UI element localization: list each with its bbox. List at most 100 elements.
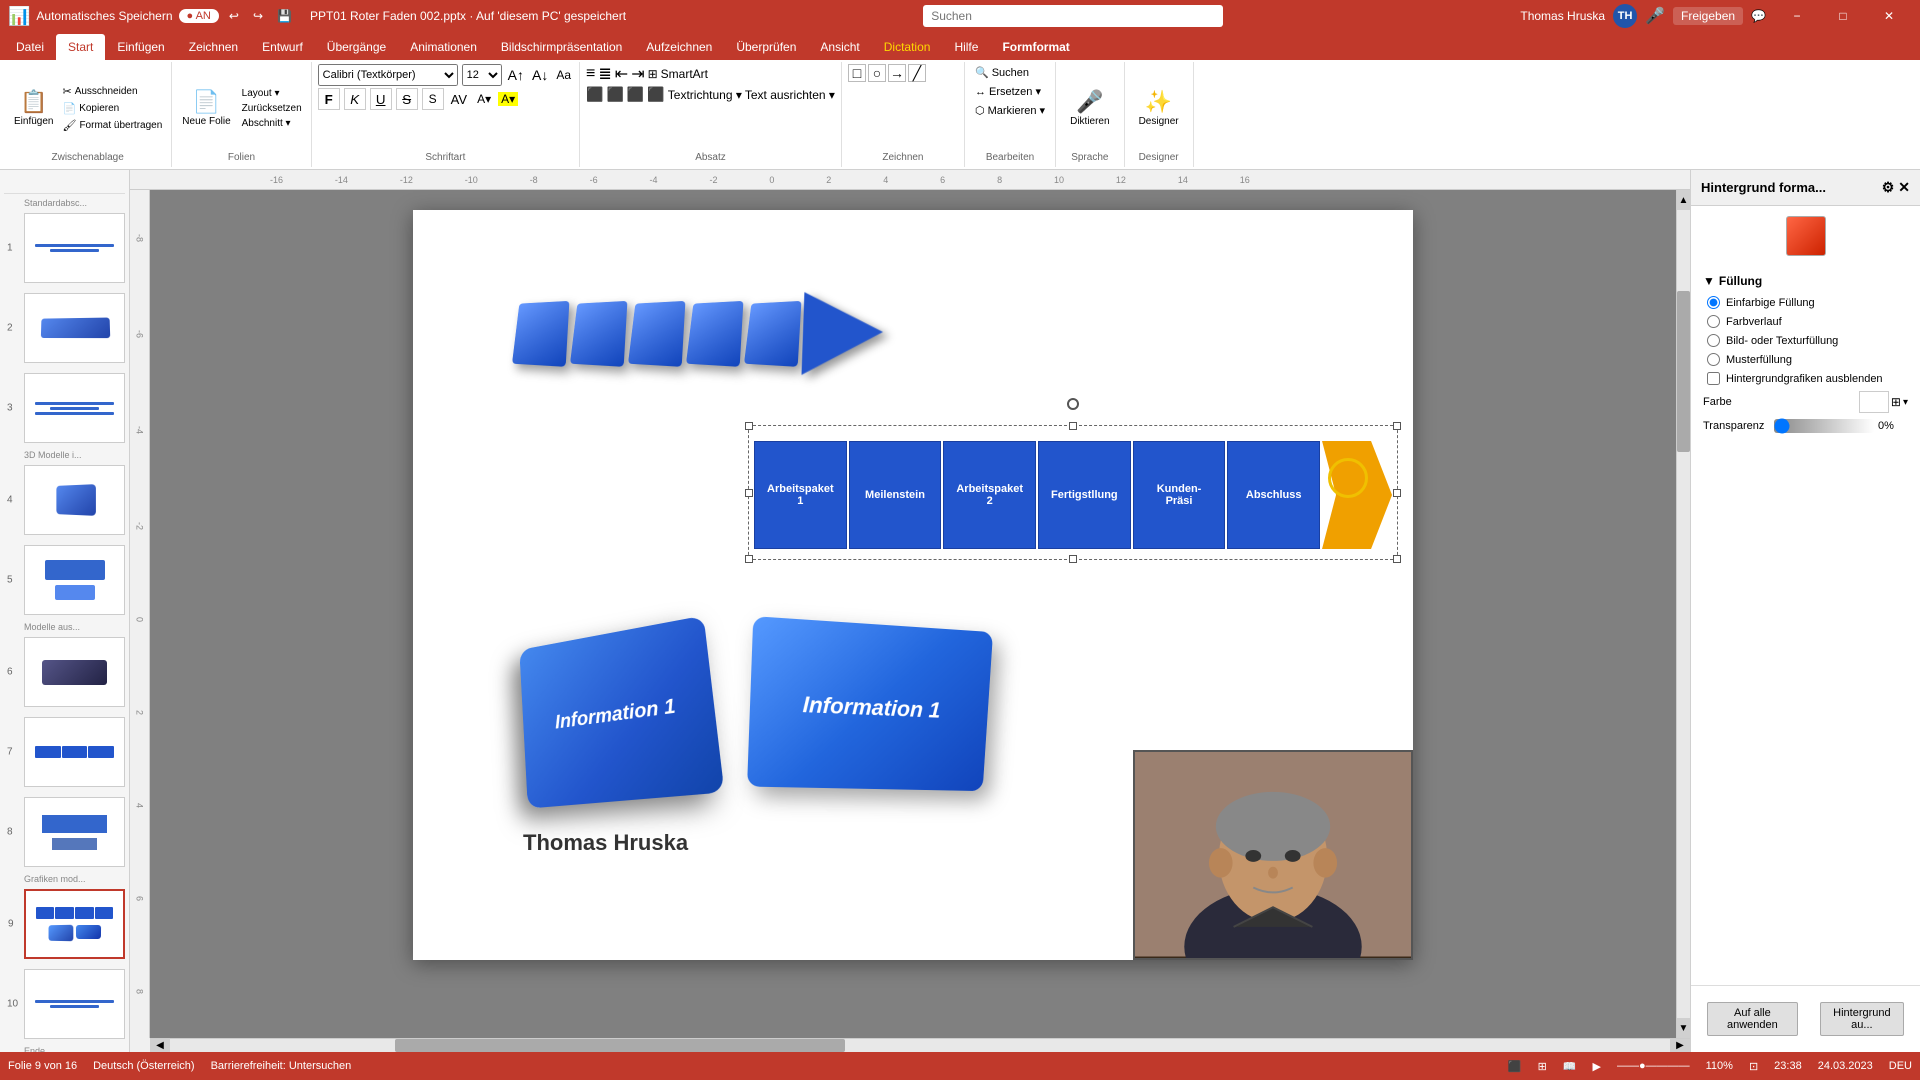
slide-thumb-10[interactable]: 10 xyxy=(24,969,125,1039)
justify-btn[interactable]: ⬛ xyxy=(647,86,664,103)
italic-btn[interactable]: K xyxy=(344,88,366,110)
paste-btn[interactable]: 📋 Einfügen xyxy=(10,64,57,152)
step-abschluss[interactable]: Abschluss xyxy=(1227,441,1320,549)
handle-mr[interactable] xyxy=(1393,489,1401,497)
step-meilenstein[interactable]: Meilenstein xyxy=(849,441,942,549)
new-slide-btn[interactable]: 📄 Neue Folie xyxy=(178,87,234,128)
replace-btn[interactable]: ↔ Ersetzen ▾ xyxy=(971,83,1049,100)
mic-icon[interactable]: 🎤 xyxy=(1645,6,1665,26)
farbe-arrow-btn[interactable]: ⊞ xyxy=(1891,395,1901,409)
handle-tl[interactable] xyxy=(745,422,753,430)
color-preview[interactable] xyxy=(1786,216,1826,256)
layout-btn[interactable]: Layout ▾ xyxy=(239,87,305,100)
step-arbeitspaket1[interactable]: Arbeitspaket1 xyxy=(754,441,847,549)
strikethrough-btn[interactable]: S xyxy=(396,88,418,110)
tab-entwurf[interactable]: Entwurf xyxy=(250,34,315,60)
slide-thumb-4[interactable]: 4 xyxy=(24,465,125,535)
apply-all-btn[interactable]: Auf alle anwenden xyxy=(1707,1002,1798,1036)
tab-animationen[interactable]: Animationen xyxy=(398,34,489,60)
process-group[interactable]: Arbeitspaket1 Meilenstein Arbeitspaket2 … xyxy=(753,440,1393,550)
scroll-up-btn[interactable]: ▲ xyxy=(1677,190,1690,210)
share-btn[interactable]: Freigeben xyxy=(1673,7,1743,25)
bullets-btn[interactable]: ≡ xyxy=(586,65,595,83)
bg-reset-btn[interactable]: Hintergrund au... xyxy=(1820,1002,1904,1036)
h-scroll-thumb[interactable] xyxy=(395,1039,845,1052)
smartart-btn[interactable]: SmartArt xyxy=(661,67,708,81)
highlight-btn[interactable]: A▾ xyxy=(498,92,518,106)
clear-format-btn[interactable]: Aa xyxy=(554,68,573,82)
tab-dictation[interactable]: Dictation xyxy=(872,34,943,60)
radio-einfarbig-input[interactable] xyxy=(1707,296,1720,309)
handle-ml[interactable] xyxy=(745,489,753,497)
dictate-btn[interactable]: 🎤 Diktieren xyxy=(1062,85,1117,130)
scroll-down-btn[interactable]: ▼ xyxy=(1677,1018,1690,1038)
copy-btn[interactable]: 📄 Kopieren xyxy=(59,101,165,116)
circle-shape[interactable]: ○ xyxy=(868,64,886,82)
text-direction-btn[interactable]: Textrichtung ▾ xyxy=(668,88,742,102)
designer-btn[interactable]: ✨ Designer xyxy=(1131,85,1187,130)
handle-bc[interactable] xyxy=(1069,555,1077,563)
checkbox-hide-bg[interactable] xyxy=(1707,372,1720,385)
top-3d-arrow[interactable] xyxy=(513,290,883,374)
radio-bild-textur[interactable]: Bild- oder Texturfüllung xyxy=(1707,334,1908,347)
mark-btn[interactable]: ⬡ Markieren ▾ xyxy=(971,102,1049,119)
line-shape[interactable]: ╱ xyxy=(908,64,926,82)
fill-expand-icon[interactable]: ▼ xyxy=(1703,274,1715,288)
decrease-indent-btn[interactable]: ⇤ xyxy=(615,64,628,84)
tab-ueberpruefen[interactable]: Überprüfen xyxy=(724,34,808,60)
cols-btn[interactable]: ⊞ xyxy=(648,67,658,81)
minimize-btn[interactable]: − xyxy=(1774,0,1820,32)
arrow-shape[interactable]: → xyxy=(888,64,906,82)
handle-tr[interactable] xyxy=(1393,422,1401,430)
transparenz-slider[interactable] xyxy=(1774,419,1874,433)
panel-settings-icon[interactable]: ⚙ xyxy=(1882,179,1895,196)
vertical-scrollbar[interactable]: ▲ ▼ xyxy=(1676,190,1690,1038)
comment-icon[interactable]: 💬 xyxy=(1751,9,1766,23)
radio-hide-bg[interactable]: Hintergrundgrafiken ausblenden xyxy=(1707,372,1908,385)
canvas-area[interactable]: Arbeitspaket1 Meilenstein Arbeitspaket2 … xyxy=(150,190,1676,1038)
tab-start[interactable]: Start xyxy=(56,34,105,60)
align-left-btn[interactable]: ⬛ xyxy=(586,86,603,103)
fit-page-btn[interactable]: ⊡ xyxy=(1749,1060,1758,1073)
radio-einfarbig[interactable]: Einfarbige Füllung xyxy=(1707,296,1908,309)
undo-btn[interactable]: ↩ xyxy=(225,7,243,25)
section-btn[interactable]: Abschnitt ▾ xyxy=(239,117,305,130)
tab-bildschirm[interactable]: Bildschirmpräsentation xyxy=(489,34,634,60)
step-arbeitspaket2[interactable]: Arbeitspaket2 xyxy=(943,441,1036,549)
underline-btn[interactable]: U xyxy=(370,88,392,110)
step-fertigstllung[interactable]: Fertigstllung xyxy=(1038,441,1131,549)
handle-bl[interactable] xyxy=(745,555,753,563)
slide-thumb-7[interactable]: 7 xyxy=(24,717,125,787)
scroll-right-btn[interactable]: ▶ xyxy=(1670,1039,1690,1052)
search-input[interactable] xyxy=(923,5,1223,27)
tab-zeichnen[interactable]: Zeichnen xyxy=(177,34,250,60)
step-kunden-praesi[interactable]: Kunden-Präsi xyxy=(1133,441,1226,549)
numbered-btn[interactable]: ≣ xyxy=(598,64,611,84)
info-box-3d-left[interactable]: Information 1 xyxy=(519,616,724,809)
info-box-3d-right[interactable]: Information 1 xyxy=(747,616,993,791)
zoom-slider[interactable]: ——●———— xyxy=(1617,1060,1690,1072)
handle-tc[interactable] xyxy=(1069,422,1077,430)
slide-thumb-3[interactable]: 3 xyxy=(24,373,125,443)
tab-ansicht[interactable]: Ansicht xyxy=(808,34,871,60)
radio-bild-textur-input[interactable] xyxy=(1707,334,1720,347)
maximize-btn[interactable]: □ xyxy=(1820,0,1866,32)
tab-einfuegen[interactable]: Einfügen xyxy=(105,34,176,60)
slide-sorter-btn[interactable]: ⊞ xyxy=(1538,1060,1547,1073)
align-right-btn[interactable]: ⬛ xyxy=(627,86,644,103)
slide-thumb-6[interactable]: 6 xyxy=(24,637,125,707)
slide-thumb-2[interactable]: 2 xyxy=(24,293,125,363)
slide-thumb-8[interactable]: 8 xyxy=(24,797,125,867)
handle-br[interactable] xyxy=(1393,555,1401,563)
cut-btn[interactable]: ✂ Ausschneiden xyxy=(59,84,165,99)
increase-indent-btn[interactable]: ⇥ xyxy=(631,64,644,84)
slide-thumb-5[interactable]: 5 xyxy=(24,545,125,615)
tab-datei[interactable]: Datei xyxy=(4,34,56,60)
close-btn[interactable]: ✕ xyxy=(1866,0,1912,32)
normal-view-btn[interactable]: ⬛ xyxy=(1508,1060,1522,1073)
autosave-toggle[interactable]: ● AN xyxy=(179,9,219,23)
rect-shape[interactable]: □ xyxy=(848,64,866,82)
tab-aufzeichnen[interactable]: Aufzeichnen xyxy=(634,34,724,60)
align-center-btn[interactable]: ⬛ xyxy=(606,86,623,103)
search-find-btn[interactable]: 🔍 Suchen xyxy=(971,64,1049,81)
